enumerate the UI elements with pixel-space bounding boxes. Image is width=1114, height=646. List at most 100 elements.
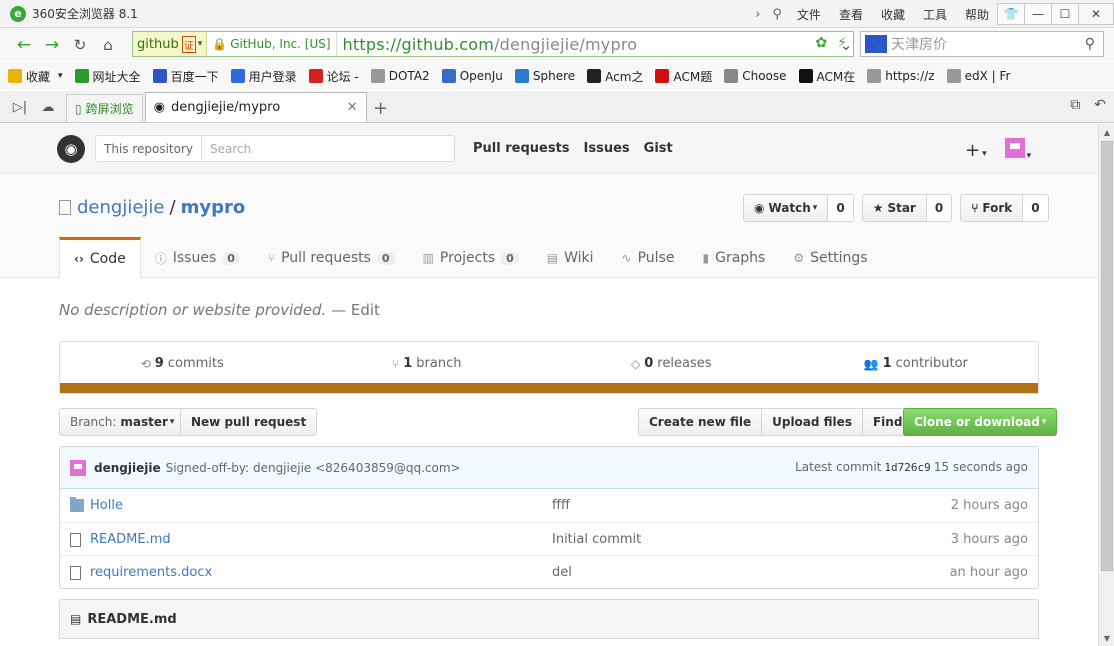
certificate-owner[interactable]: 🔒 GitHub, Inc. [US] <box>207 32 337 56</box>
nav-issues[interactable]: Issues <box>584 141 630 156</box>
bookmark-item[interactable]: ACM在 <box>798 68 855 85</box>
account-icon[interactable]: ⚲ <box>766 7 788 22</box>
reload-icon[interactable]: ↻ <box>66 31 94 59</box>
clone-download-button[interactable]: Clone or download ▾ <box>903 408 1058 436</box>
octocat-logo-icon[interactable]: ◉ <box>57 135 85 163</box>
bookmark-item[interactable]: Sphere <box>514 69 575 83</box>
watch-button[interactable]: ◉ Watch ▾ <box>743 194 829 222</box>
create-new-menu[interactable]: + ▾ <box>965 140 987 161</box>
scroll-down-icon[interactable]: ▼ <box>1099 630 1114 646</box>
file-name-link[interactable]: requirements.docx <box>90 565 212 580</box>
star-button[interactable]: ★ Star <box>861 194 927 222</box>
sidebar-toggle-icon[interactable]: ▷| <box>6 92 34 122</box>
star-count[interactable]: 0 <box>926 194 953 222</box>
tab-github-repo[interactable]: ◉ dengjiejie/mypro ✕ <box>144 92 367 122</box>
latest-commit-label: Latest commit <box>795 460 882 474</box>
tab-list-icon[interactable]: ⧉ <box>1070 97 1080 113</box>
scroll-thumb[interactable] <box>1101 141 1113 571</box>
branch-select[interactable]: Branch: master ▾ <box>59 408 186 436</box>
fork-button[interactable]: ⑂ Fork <box>960 194 1024 222</box>
close-tab-icon[interactable]: ✕ <box>347 100 358 115</box>
nav-pull-requests[interactable]: Pull requests <box>473 141 570 156</box>
file-commit-message[interactable]: del <box>552 565 572 580</box>
chevron-down-icon[interactable]: ⌄ <box>832 31 860 59</box>
edit-description-link[interactable]: Edit <box>351 301 380 319</box>
menu-help[interactable]: 帮助 <box>956 6 998 23</box>
bookmark-item[interactable]: Acm之 <box>587 68 643 85</box>
bookmark-item[interactable]: 论坛 - <box>308 68 359 85</box>
menu-file[interactable]: 文件 <box>788 6 830 23</box>
bookmark-item[interactable]: 用户登录 <box>230 68 297 85</box>
tab-pulse[interactable]: ∿ Pulse <box>608 238 689 278</box>
vertical-scrollbar[interactable]: ▲ ▼ <box>1098 124 1114 646</box>
search-input[interactable]: 天津房价 <box>891 34 947 54</box>
upload-files-button[interactable]: Upload files <box>761 408 863 436</box>
tab-wiki[interactable]: ▤ Wiki <box>533 238 608 278</box>
bookmark-item[interactable]: https://z <box>867 69 935 83</box>
tab-pull-requests[interactable]: ⑂ Pull requests 0 <box>254 238 409 278</box>
avatar[interactable] <box>70 459 86 476</box>
menu-favorites[interactable]: 收藏 <box>872 6 914 23</box>
bookmark-item[interactable]: 收藏 ▾ <box>8 68 63 85</box>
github-search[interactable]: This repository Search <box>95 135 455 162</box>
fork-count[interactable]: 0 <box>1023 194 1049 222</box>
menu-view[interactable]: 查看 <box>830 6 872 23</box>
speedup-icon[interactable]: ✿ <box>815 35 827 51</box>
undo-close-icon[interactable]: ↶ <box>1094 97 1106 113</box>
tab-cross-screen[interactable]: ▯ 跨屏浏览 <box>66 94 143 122</box>
search-icon[interactable]: ⚲ <box>1085 36 1095 52</box>
commit-sha[interactable]: 1d726c9 <box>884 461 930 474</box>
bookmark-item[interactable]: edX | Fr <box>946 69 1010 83</box>
new-pull-request-button[interactable]: New pull request <box>180 408 318 436</box>
file-name-link[interactable]: Holle <box>90 498 123 513</box>
github-search-input[interactable]: Search <box>202 142 251 156</box>
baidu-paw-icon[interactable]: 🐾 <box>865 35 887 53</box>
url-text[interactable]: https://github.com/dengjiejie/mypro <box>337 35 638 54</box>
close-button[interactable]: ✕ <box>1078 3 1114 25</box>
file-commit-message[interactable]: Initial commit <box>552 532 641 547</box>
search-box[interactable]: 🐾 天津房价 ⚲ <box>860 31 1104 57</box>
skin-icon[interactable]: 👕 <box>997 3 1025 25</box>
file-commit-message[interactable]: ffff <box>552 498 570 513</box>
summary-branches[interactable]: ⑂ 1 branch <box>305 342 550 385</box>
repo-title: dengjiejie / mypro <box>59 197 245 218</box>
page-icon <box>370 69 385 83</box>
summary-contributors[interactable]: 👥 1 contributor <box>794 342 1039 385</box>
repo-owner-link[interactable]: dengjiejie <box>77 197 165 218</box>
nav-gist[interactable]: Gist <box>644 141 673 156</box>
summary-releases[interactable]: ◇ 0 releases <box>549 342 794 385</box>
summary-commits[interactable]: ⟲ 9 commits <box>60 342 305 385</box>
commit-message[interactable]: Signed-off-by: dengjiejie <826403859@qq.… <box>166 461 461 475</box>
commit-author[interactable]: dengjiejie <box>94 461 161 475</box>
new-tab-button[interactable]: + <box>367 94 395 122</box>
bookmark-item[interactable]: 网址大全 <box>74 68 141 85</box>
bookmark-item[interactable]: ACM题 <box>655 68 712 85</box>
minimize-button[interactable]: — <box>1024 3 1052 25</box>
bookmark-item[interactable]: OpenJu <box>441 69 503 83</box>
tab-code[interactable]: ‹› Code <box>59 237 141 279</box>
back-arrow-icon[interactable]: ← <box>10 31 38 59</box>
bookmark-item[interactable]: Choose <box>724 69 787 83</box>
home-icon[interactable]: ⌂ <box>94 31 122 59</box>
user-menu[interactable]: ▾ <box>1004 138 1031 163</box>
file-name-link[interactable]: README.md <box>90 532 171 547</box>
bookmark-item[interactable]: DOTA2 <box>370 69 430 83</box>
scroll-up-icon[interactable]: ▲ <box>1099 124 1114 140</box>
create-new-file-button[interactable]: Create new file <box>638 408 763 436</box>
menu-tools[interactable]: 工具 <box>914 6 956 23</box>
cloud-icon[interactable]: ☁ <box>34 92 62 122</box>
chevron-right-icon[interactable]: › <box>749 7 766 22</box>
language-bar[interactable] <box>60 383 1038 393</box>
bookmark-item[interactable]: 百度一下 <box>152 68 219 85</box>
forward-arrow-icon[interactable]: → <box>38 31 66 59</box>
tab-settings[interactable]: ⚙ Settings <box>779 238 881 278</box>
tab-icon: ⑂ <box>267 251 276 265</box>
watch-count[interactable]: 0 <box>828 194 854 222</box>
maximize-button[interactable]: ☐ <box>1051 3 1079 25</box>
repo-name-link[interactable]: mypro <box>181 197 246 218</box>
tab-issues[interactable]: ⓘ Issues 0 <box>141 238 254 278</box>
tab-graphs[interactable]: ▮ Graphs <box>688 238 779 278</box>
address-bar[interactable]: github 证 ▾ 🔒 GitHub, Inc. [US] https://g… <box>132 31 854 57</box>
site-chip[interactable]: github 证 ▾ <box>133 32 208 56</box>
tab-projects[interactable]: ▥ Projects 0 <box>409 238 533 278</box>
